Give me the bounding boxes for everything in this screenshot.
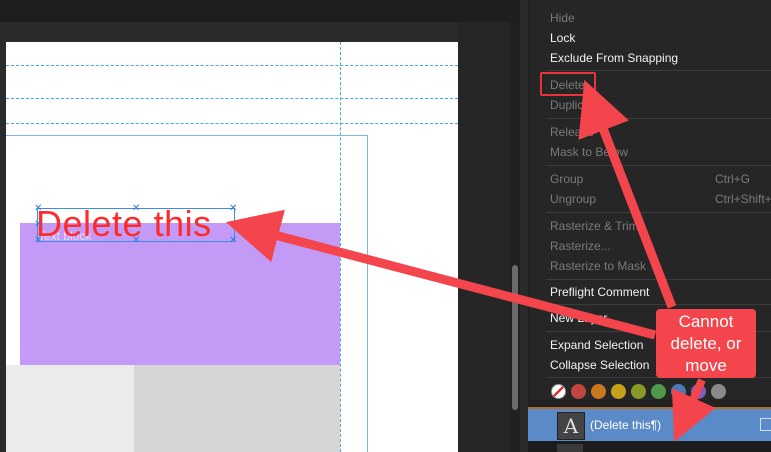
menu-separator xyxy=(546,70,771,71)
gray-block-right[interactable] xyxy=(134,365,340,452)
color-swatch[interactable] xyxy=(711,384,726,399)
menu-item-expand-selection[interactable]: Expand Selection xyxy=(550,338,643,352)
layer-thumbnail-icon xyxy=(557,444,583,452)
selection-handle-icon[interactable]: ✕ xyxy=(229,220,237,230)
color-swatch[interactable] xyxy=(691,384,706,399)
menu-separator xyxy=(546,304,771,305)
color-swatch[interactable] xyxy=(571,384,586,399)
delete-highlight-box xyxy=(540,72,596,96)
menu-separator xyxy=(546,279,771,280)
menu-item-mask-to-below[interactable]: Mask to Below xyxy=(550,145,628,159)
menu-item-rasterize-trim[interactable]: Rasterize & Trim xyxy=(550,219,639,233)
menu-item-rasterize[interactable]: Rasterize... xyxy=(550,239,611,253)
menu-item-hide[interactable]: Hide xyxy=(550,11,575,25)
shortcut-group: Ctrl+G xyxy=(715,172,751,186)
selection-handle-icon[interactable]: ✕ xyxy=(34,236,42,246)
menu-item-exclude-from-snapping[interactable]: Exclude From Snapping xyxy=(550,51,678,65)
menu-item-release[interactable]: Release xyxy=(550,125,594,139)
menu-item-ungroup[interactable]: Ungroup xyxy=(550,192,596,206)
text-layer-icon: A xyxy=(557,412,585,440)
menu-separator xyxy=(546,212,771,213)
scrollbar-thumb[interactable] xyxy=(512,265,518,410)
delete-this-text-object[interactable]: Delete this xyxy=(36,202,212,246)
shortcut-ungroup: Ctrl+Shift+ xyxy=(715,192,771,206)
guide-line xyxy=(6,123,458,124)
menu-separator xyxy=(546,165,771,166)
color-swatch[interactable] xyxy=(631,384,646,399)
guide-line xyxy=(6,65,458,66)
layer-visibility-checkbox[interactable] xyxy=(760,418,771,431)
menu-item-duplicate[interactable]: Duplicate xyxy=(550,98,600,112)
layer-name: (Delete this¶) xyxy=(590,418,662,432)
menu-item-group[interactable]: Group xyxy=(550,172,583,186)
selection-handle-icon[interactable]: ✕ xyxy=(229,204,237,214)
menu-item-collapse-selection[interactable]: Collapse Selection xyxy=(550,358,649,372)
canvas-ruler-bar xyxy=(0,0,520,22)
selection-handle-icon[interactable]: ✕ xyxy=(229,236,237,246)
selection-handle-icon[interactable]: ✕ xyxy=(132,236,140,246)
guide-line xyxy=(6,98,458,99)
menu-separator xyxy=(546,118,771,119)
no-color-swatch-icon[interactable] xyxy=(551,384,566,399)
menu-item-preflight-comment[interactable]: Preflight Comment xyxy=(550,285,649,299)
selection-handle-icon[interactable]: ✕ xyxy=(132,204,140,214)
menu-item-lock[interactable]: Lock xyxy=(550,31,575,45)
menu-item-new-layer[interactable]: New Layer xyxy=(550,311,607,325)
callout-note: Cannot delete, or move xyxy=(656,309,756,378)
color-swatch[interactable] xyxy=(651,384,666,399)
callout-text: Cannot delete, or move xyxy=(670,311,742,375)
guide-line xyxy=(340,42,341,452)
selection-handle-icon[interactable]: ✕ xyxy=(34,220,42,230)
color-swatch[interactable] xyxy=(671,384,686,399)
frame-outline xyxy=(367,135,368,452)
menu-item-rasterize-to-mask[interactable]: Rasterize to Mask xyxy=(550,259,646,273)
color-swatch[interactable] xyxy=(611,384,626,399)
frame-outline xyxy=(6,135,368,136)
selection-handle-icon[interactable]: ✕ xyxy=(34,204,42,214)
gray-block-left[interactable] xyxy=(6,365,134,452)
color-swatch[interactable] xyxy=(591,384,606,399)
